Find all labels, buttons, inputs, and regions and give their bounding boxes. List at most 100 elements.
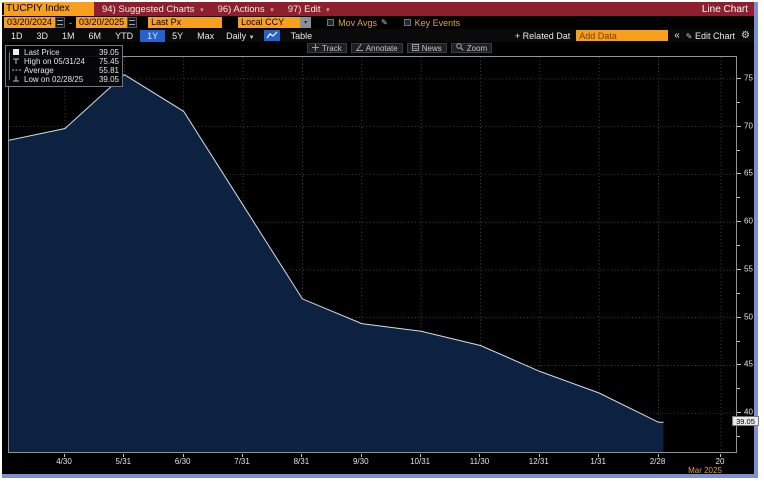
y-axis-tick xyxy=(737,221,741,222)
legend-value: 39.05 xyxy=(99,48,119,57)
news-button[interactable]: News xyxy=(407,43,447,53)
x-axis-label: 6/30 xyxy=(175,457,191,466)
tab-1d[interactable]: 1D xyxy=(4,30,30,42)
key-events-checkbox[interactable] xyxy=(404,19,411,26)
y-axis-minor-tick xyxy=(737,102,740,103)
y-axis-label: 45 xyxy=(744,360,753,369)
y-axis-minor-tick xyxy=(737,150,740,151)
annotate-icon xyxy=(356,44,363,53)
pencil-icon[interactable]: ✎ xyxy=(381,18,388,27)
last-price-badge: 39.05 xyxy=(732,416,759,426)
currency-select[interactable]: Local CCY xyxy=(238,17,300,28)
chart-legend: Last Price39.05High on 05/31/2475.45Aver… xyxy=(5,45,123,87)
related-data-button[interactable]: + Related Dat xyxy=(515,31,570,41)
plot-frame[interactable] xyxy=(8,56,737,453)
x-axis-label: 20 xyxy=(716,457,725,466)
menu--suggested-charts[interactable]: 94) Suggested Charts ▾ xyxy=(102,4,204,15)
terminal-window: TUCPIY Index 94) Suggested Charts ▾ 96) A… xyxy=(2,2,758,478)
edit-chart-label: Edit Chart xyxy=(695,31,735,41)
y-axis-tick xyxy=(737,317,741,318)
x-axis-label: 11/30 xyxy=(470,457,489,466)
tab-3d[interactable]: 3D xyxy=(30,30,56,42)
range-tabs: 1D3D1M6MYTD1Y5YMax xyxy=(4,30,221,42)
edit-chart-button[interactable]: ✎ Edit Chart xyxy=(686,31,735,41)
low-marker-icon xyxy=(10,75,24,85)
tab-1y[interactable]: 1Y xyxy=(140,30,165,42)
key-events-label: Key Events xyxy=(415,18,461,28)
titlebar: TUCPIY Index 94) Suggested Charts ▾ 96) A… xyxy=(2,2,754,16)
price-area-chart xyxy=(9,57,736,452)
screen: TUCPIY Index 94) Suggested Charts ▾ 96) A… xyxy=(0,0,764,483)
x-axis-label: 5/31 xyxy=(116,457,132,466)
menu--actions[interactable]: 96) Actions ▾ xyxy=(218,4,274,15)
legend-label: Average xyxy=(24,66,99,75)
y-axis-label: 65 xyxy=(744,169,753,178)
calendar-icon[interactable] xyxy=(55,17,65,28)
tab-ytd[interactable]: YTD xyxy=(108,30,140,42)
legend-label: Last Price xyxy=(24,48,99,57)
chevron-down-icon: ▾ xyxy=(326,7,330,14)
zoom-button[interactable]: Zoom xyxy=(451,43,492,53)
gear-icon[interactable]: ⚙ xyxy=(741,30,750,41)
add-data-input[interactable] xyxy=(576,30,668,41)
legend-label: High on 05/31/24 xyxy=(24,57,99,66)
y-axis-minor-tick xyxy=(737,341,740,342)
date-to-input[interactable]: 03/20/2025 xyxy=(76,17,127,28)
x-axis-label: 4/30 xyxy=(56,457,72,466)
chevron-down-icon: ▾ xyxy=(200,7,204,14)
chevron-down-icon: ▼ xyxy=(249,35,255,41)
annotate-button[interactable]: Annotate xyxy=(351,43,403,53)
chevron-down-icon[interactable]: ▾ xyxy=(300,17,311,28)
x-axis: 4/305/316/307/318/319/3010/3111/3012/311… xyxy=(8,454,737,474)
menu-bar: 94) Suggested Charts ▾ 96) Actions ▾ 97) E… xyxy=(102,4,330,15)
y-axis: 4045505560657075 xyxy=(737,56,759,454)
price-field-select[interactable]: Last Px xyxy=(148,17,222,28)
table-tab[interactable]: Table xyxy=(284,30,320,42)
y-axis-tick xyxy=(737,126,741,127)
line-chart-icon xyxy=(266,31,278,40)
y-axis-label: 60 xyxy=(744,217,753,226)
y-axis-tick xyxy=(737,269,741,270)
y-axis-minor-tick xyxy=(737,197,740,198)
line-chart-type-button[interactable] xyxy=(264,30,280,41)
news-icon xyxy=(412,44,419,53)
x-axis-label: 12/31 xyxy=(529,457,549,466)
y-axis-tick xyxy=(737,173,741,174)
y-axis-tick xyxy=(737,412,741,413)
legend-value: 55.81 xyxy=(99,66,119,75)
x-axis-label: 8/31 xyxy=(294,457,310,466)
tab-5y[interactable]: 5Y xyxy=(165,30,190,42)
x-axis-label: 7/31 xyxy=(234,457,250,466)
periodicity-label: Daily xyxy=(226,31,246,41)
x-axis-label: 9/30 xyxy=(353,457,369,466)
menu--edit[interactable]: 97) Edit ▾ xyxy=(288,4,330,15)
legend-label: Low on 02/28/25 xyxy=(24,75,99,84)
tab-6m[interactable]: 6M xyxy=(82,30,109,42)
y-axis-tick xyxy=(737,364,741,365)
legend-row: Low on 02/28/2539.05 xyxy=(10,75,119,84)
periodicity-select[interactable]: Daily ▼ xyxy=(221,30,259,42)
controls-row: 03/20/2024 - 03/20/2025 Last Px Local CC… xyxy=(2,16,754,29)
legend-row: Last Price39.05 xyxy=(10,48,119,57)
date-range-dash: - xyxy=(69,18,72,28)
y-axis-minor-tick xyxy=(737,293,740,294)
track-button[interactable]: Track xyxy=(307,43,347,53)
y-axis-label: 50 xyxy=(744,312,753,321)
x-axis-label: 2/28 xyxy=(650,457,666,466)
x-axis-label: 10/31 xyxy=(410,457,430,466)
mov-avgs-checkbox[interactable] xyxy=(327,19,334,26)
tab-1m[interactable]: 1M xyxy=(55,30,82,42)
date-from-input[interactable]: 03/20/2024 xyxy=(4,17,55,28)
legend-tree-line xyxy=(9,52,10,80)
y-axis-minor-tick xyxy=(737,388,740,389)
chart-toolbar: Track Annotate News Zoom xyxy=(307,43,492,53)
y-axis-label: 55 xyxy=(744,264,753,273)
ticker-field[interactable]: TUCPIY Index xyxy=(2,2,94,16)
pencil-icon: ✎ xyxy=(686,32,693,41)
tabs-row: 1D3D1M6MYTD1Y5YMax Daily ▼ Table + Relat… xyxy=(2,29,754,42)
tab-max[interactable]: Max xyxy=(190,30,221,42)
y-axis-minor-tick xyxy=(737,436,740,437)
collapse-toolbar-button[interactable]: « xyxy=(674,30,680,41)
calendar-icon[interactable] xyxy=(127,17,137,28)
track-icon xyxy=(312,44,319,53)
